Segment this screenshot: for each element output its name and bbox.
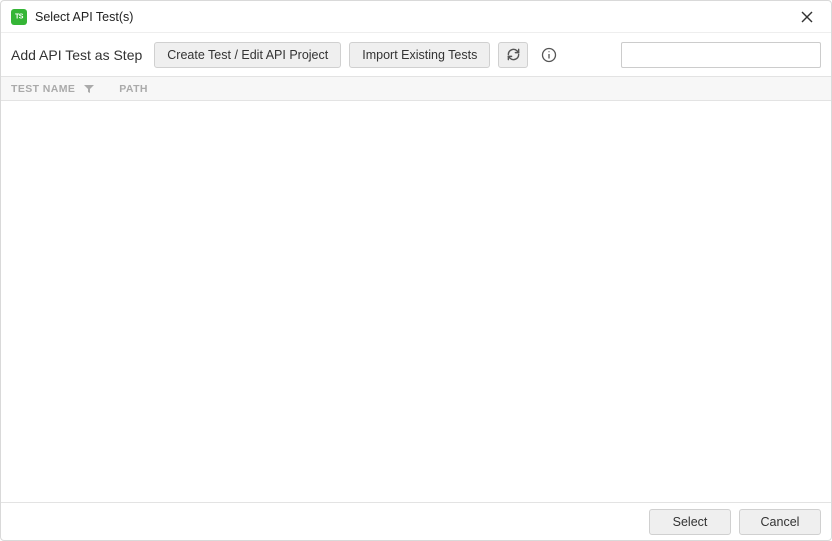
- create-test-button[interactable]: Create Test / Edit API Project: [154, 42, 341, 68]
- toolbar-heading: Add API Test as Step: [11, 47, 142, 63]
- footer: Select Cancel: [1, 502, 831, 540]
- titlebar: Select API Test(s): [1, 1, 831, 33]
- select-button[interactable]: Select: [649, 509, 731, 535]
- refresh-button[interactable]: [498, 42, 528, 68]
- close-icon: [801, 11, 813, 23]
- table-header: TEST NAME PATH: [1, 77, 831, 101]
- search-input[interactable]: [621, 42, 821, 68]
- toolbar: Add API Test as Step Create Test / Edit …: [1, 33, 831, 77]
- cancel-button[interactable]: Cancel: [739, 509, 821, 535]
- filter-button[interactable]: [83, 83, 95, 95]
- app-icon: [11, 9, 27, 25]
- import-tests-button[interactable]: Import Existing Tests: [349, 42, 490, 68]
- column-path[interactable]: PATH: [119, 83, 148, 95]
- refresh-icon: [506, 47, 521, 62]
- column-test-name[interactable]: TEST NAME: [11, 83, 75, 95]
- close-button[interactable]: [793, 3, 821, 31]
- table-body: [1, 101, 831, 502]
- filter-icon: [84, 84, 94, 94]
- info-icon: [541, 47, 557, 63]
- help-button[interactable]: [536, 42, 562, 68]
- dialog-title: Select API Test(s): [35, 10, 133, 24]
- select-api-test-dialog: Select API Test(s) Add API Test as Step …: [0, 0, 832, 541]
